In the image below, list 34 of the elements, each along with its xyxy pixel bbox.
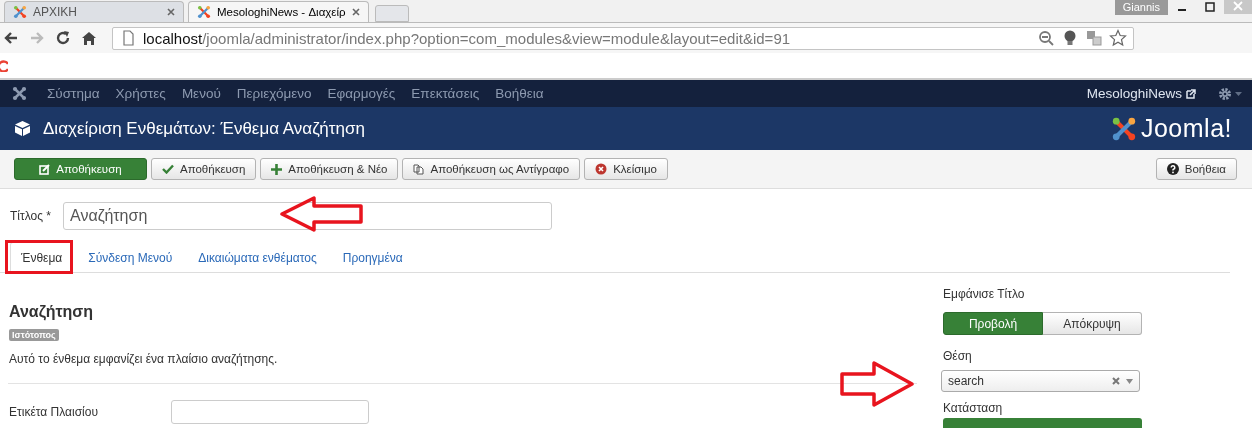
save-button[interactable]: Αποθήκευση: [151, 158, 257, 180]
field-label: Θέση: [943, 349, 973, 363]
tab[interactable]: Δικαιώματα ενθέματος: [187, 242, 328, 274]
save-as-copy-button[interactable]: Αποθήκευση ως Αντίγραφο: [402, 158, 581, 180]
joomla-logo-text: Joomla!: [1140, 114, 1232, 143]
field-label: Εμφάνισε Τίτλο: [943, 287, 1026, 301]
field-label: Κατάσταση: [943, 401, 1004, 415]
field-label: Ετικέτα Πλαισίου: [9, 405, 99, 419]
address-bar[interactable]: localhost/joomla/administrator/index.php?option=com_modules&view=module&layout=edit&id=91: [112, 26, 1134, 50]
menu-item[interactable]: Σύστημα: [39, 86, 108, 101]
site-label: Ιστότοπος: [9, 329, 59, 341]
tab[interactable]: Προηγμένα: [331, 242, 414, 274]
position-select[interactable]: search: [941, 370, 1140, 392]
page-title: Διαχείριση Ενθεμάτων: Ένθεμα Αναζήτηση: [43, 118, 366, 139]
menu-item[interactable]: Περιεχόμενο: [228, 86, 320, 101]
module-heading: Αναζήτηση: [9, 303, 95, 323]
module-description: Αυτό το ένθεμα εμφανίζει ένα πλαίσιο αναζήτησης.: [9, 352, 279, 366]
menu-item[interactable]: Επεκτάσεις: [403, 86, 488, 101]
menu-item[interactable]: Βοήθεια: [487, 86, 552, 101]
field-label: Τίτλος *: [10, 209, 52, 223]
tab[interactable]: Σύνδεση Μενού: [77, 242, 184, 274]
menu-item[interactable]: Χρήστες: [107, 86, 174, 101]
toggle-option[interactable]: Προβολή: [943, 312, 1043, 335]
browser-tab[interactable]: MesologhiNews - Διαχείρ: [188, 1, 369, 22]
menu-item[interactable]: Μενού: [173, 86, 229, 101]
browser-tab[interactable]: ΑΡΧΙΚΗ: [4, 1, 184, 22]
save-and-new-button[interactable]: Αποθήκευση & Νέο: [260, 158, 399, 180]
save-button[interactable]: Αποθήκευση: [14, 158, 147, 180]
site-link[interactable]: MesologhiNews: [1086, 86, 1196, 101]
help-button[interactable]: Βοήθεια: [1155, 158, 1237, 180]
close-button[interactable]: Κλείσιμο: [584, 158, 668, 180]
toggle-option[interactable]: Απόκρυψη: [1043, 312, 1142, 335]
menu-item[interactable]: Εφαρμογές: [319, 86, 404, 101]
title-field[interactable]: Αναζήτηση: [63, 202, 552, 230]
